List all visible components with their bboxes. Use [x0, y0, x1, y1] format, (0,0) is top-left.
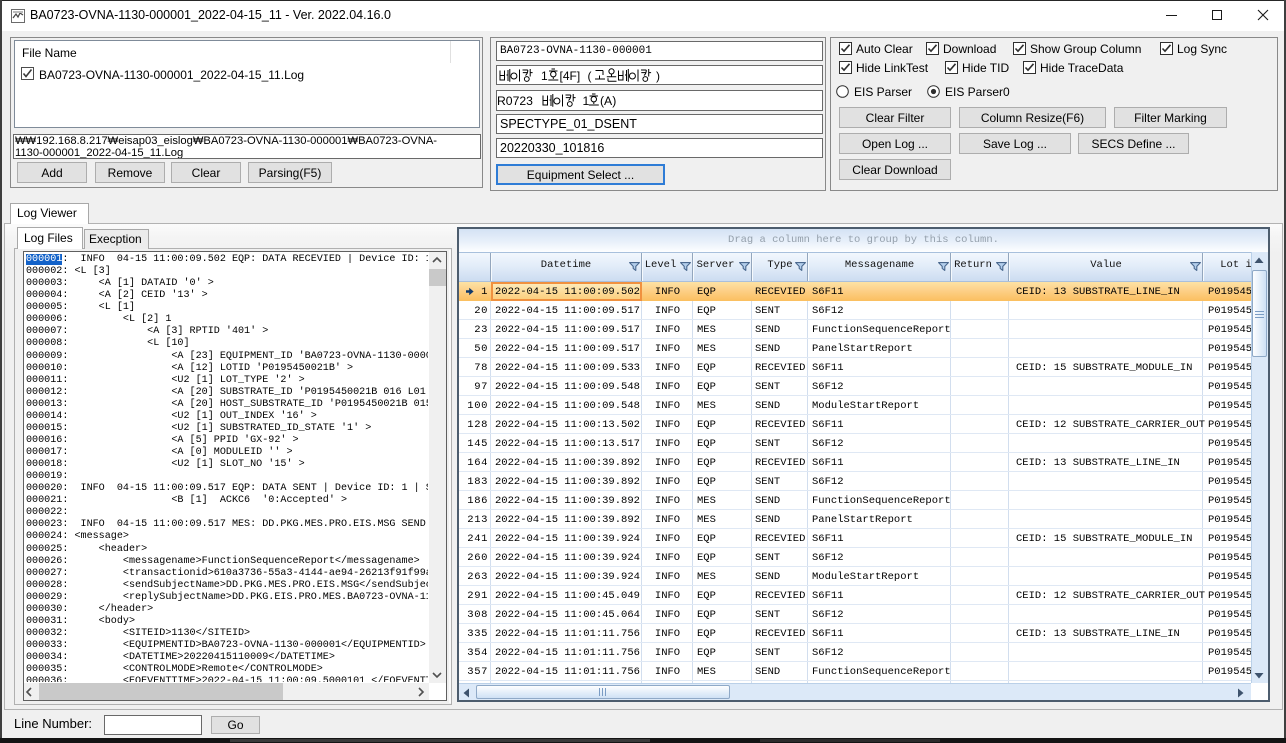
svg-text:): ) [656, 69, 660, 83]
svg-text:1: 1 [583, 94, 590, 108]
svg-text:1: 1 [541, 69, 548, 83]
svg-text:R0723: R0723 [497, 94, 533, 108]
svg-text:[4F]: [4F] [560, 69, 581, 83]
svg-text:(A): (A) [600, 94, 616, 108]
svg-text:(: ( [588, 69, 592, 83]
